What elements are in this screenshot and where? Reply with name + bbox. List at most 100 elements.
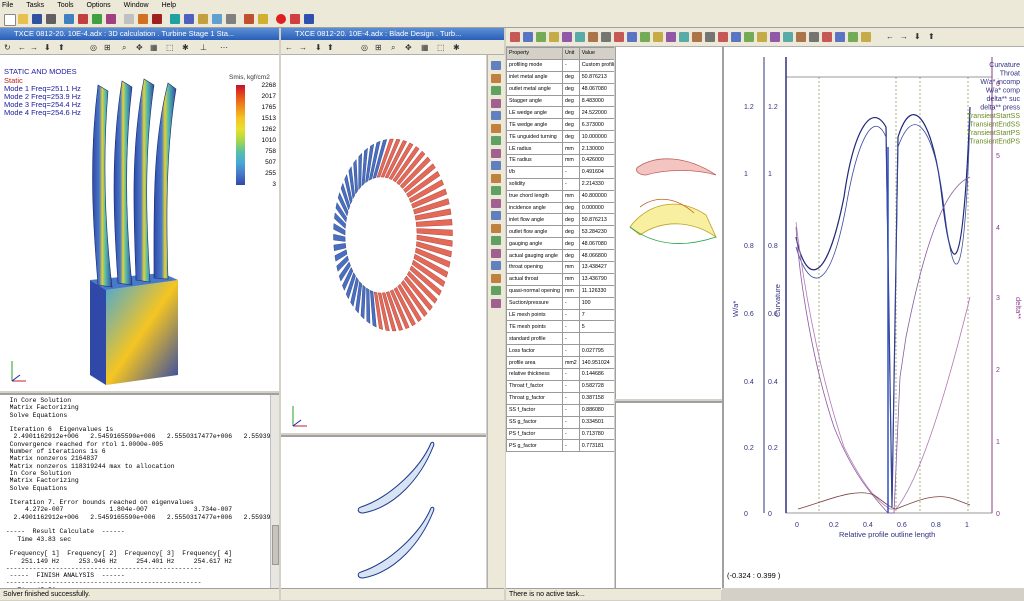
toolbar-tool-icon[interactable] (523, 32, 533, 42)
side-tool-icon[interactable] (491, 286, 501, 295)
forward-icon[interactable]: → (30, 43, 38, 52)
toolbar-tool-icon[interactable] (601, 32, 611, 42)
toolbar-tool-icon[interactable] (562, 32, 572, 42)
property-row[interactable]: standard profile - (506, 332, 614, 346)
property-row[interactable]: Suction/pressure -100 (506, 296, 614, 310)
side-tool-icon[interactable] (491, 73, 501, 83)
mesh-icon[interactable] (92, 14, 102, 24)
property-value[interactable]: 48.066800 (578, 249, 614, 263)
side-tool-icon[interactable] (491, 111, 501, 120)
property-row[interactable]: SS g_factor -0.334501 (506, 415, 614, 429)
property-value[interactable] (578, 332, 614, 346)
cascade-view[interactable] (281, 435, 486, 590)
copy-icon[interactable] (124, 14, 134, 24)
forward-icon[interactable]: → (299, 43, 307, 52)
property-row[interactable]: PS g_factor -0.773181 (506, 439, 614, 453)
side-tool-icon[interactable] (491, 211, 501, 220)
grid-icon[interactable]: ▦ (421, 43, 429, 52)
property-value[interactable]: 0.387158 (578, 391, 614, 405)
property-value[interactable]: 0.773181 (578, 439, 614, 453)
property-row[interactable]: Stagger angle deg 8.483000 (506, 94, 614, 108)
menu-tasks[interactable]: Tasks (26, 0, 44, 11)
settings-icon[interactable]: ✱ (182, 43, 189, 52)
toolbar-tool-icon[interactable] (705, 32, 715, 42)
property-value[interactable]: 0.144686 (578, 368, 614, 381)
middle-window-title[interactable]: TXCE 0812-20. 10E-4.adx : Blade Design .… (281, 28, 504, 40)
property-row[interactable]: outlet flow angle deg 53.284230 (506, 225, 614, 239)
toolbar-tool-icon[interactable] (796, 32, 806, 42)
console-scrollbar[interactable] (270, 395, 279, 590)
property-row[interactable]: relative thickness -0.144686 (506, 368, 614, 381)
property-row[interactable]: Throat g_factor -0.387158 (506, 391, 614, 405)
console-output[interactable]: In Core Solution Matrix Factorizing Solv… (0, 393, 279, 590)
flag-icon[interactable] (244, 14, 254, 24)
property-row[interactable]: quasi-normal opening mm 11.126330 (506, 284, 614, 298)
stop-icon[interactable] (276, 14, 286, 24)
rotate-view-icon[interactable]: ◎ (90, 43, 97, 52)
property-row[interactable]: inlet metal angle deg 50.876213 (506, 70, 614, 84)
side-tool-icon[interactable] (491, 161, 501, 170)
print-icon[interactable] (46, 14, 56, 24)
rotor-icon[interactable] (138, 14, 148, 24)
pan-icon[interactable]: ✥ (405, 43, 412, 52)
new-icon[interactable] (4, 14, 16, 26)
toolbar-tool-icon[interactable] (835, 32, 845, 42)
property-row[interactable]: solidity -2.214330 (506, 177, 614, 191)
calc-icon[interactable] (212, 14, 222, 24)
pan-icon[interactable]: ✥ (136, 43, 143, 52)
profile-preview[interactable] (615, 47, 722, 399)
property-row[interactable]: profiling mode-Custom profiling (506, 58, 614, 72)
property-value[interactable]: 2.130000 (578, 142, 614, 156)
menu-options[interactable]: Options (87, 0, 111, 11)
rotate-icon[interactable]: ↻ (4, 43, 11, 52)
bulb-icon[interactable] (258, 14, 268, 24)
grid-icon[interactable]: ▦ (150, 43, 158, 52)
up-icon[interactable]: ⬆ (58, 43, 65, 52)
property-value[interactable]: 40.800000 (578, 189, 614, 203)
toolbar-tool-icon[interactable] (653, 32, 663, 42)
property-row[interactable]: TE radius mm 0.426000 (506, 154, 614, 167)
property-row[interactable]: actual gauging angle deg 48.066800 (506, 249, 614, 263)
property-row[interactable]: actual throat mm 13.436790 (506, 272, 614, 286)
table-icon[interactable] (198, 14, 208, 24)
property-row[interactable]: true chord length mm 40.800000 (506, 189, 614, 203)
toolbar-tool-icon[interactable] (848, 32, 858, 42)
property-value[interactable]: 100 (578, 296, 614, 310)
more-icon[interactable]: ⋯ (220, 43, 228, 52)
help-icon[interactable] (304, 14, 314, 24)
property-value[interactable]: 11.126330 (578, 284, 614, 298)
property-value[interactable]: Custom profiling (578, 58, 614, 72)
toolbar-tool-icon[interactable] (731, 32, 741, 42)
zoom-icon[interactable]: ⌕ (122, 43, 126, 52)
property-row[interactable]: SS f_factor -0.886080 (506, 403, 614, 417)
property-value[interactable]: 10.000000 (578, 130, 614, 144)
property-value[interactable]: 48.067080 (578, 237, 614, 251)
select-icon[interactable]: ⬚ (166, 43, 174, 52)
save-icon[interactable] (32, 14, 42, 24)
nozzle-icon[interactable] (152, 14, 162, 24)
open-icon[interactable] (18, 14, 28, 24)
property-row[interactable]: LE mesh points -7 (506, 308, 614, 322)
side-tool-icon[interactable] (491, 86, 501, 95)
property-value[interactable]: 48.067080 (578, 82, 614, 96)
back-icon[interactable]: ← (285, 43, 293, 52)
property-value[interactable]: 13.438427 (578, 261, 614, 274)
record-icon[interactable] (290, 14, 300, 24)
side-tool-icon[interactable] (491, 136, 501, 145)
toolbar-tool-icon[interactable] (809, 32, 819, 42)
property-row[interactable]: Loss factor -0.027795 (506, 344, 614, 358)
side-tool-icon[interactable] (491, 148, 501, 158)
toolbar-tool-icon[interactable] (692, 32, 702, 42)
fit-icon[interactable]: ⊞ (104, 43, 111, 52)
side-tool-icon[interactable] (491, 236, 501, 245)
property-row[interactable]: PS f_factor -0.713780 (506, 427, 614, 441)
property-value[interactable]: 53.284230 (578, 225, 614, 239)
property-row[interactable]: gauging angle deg 48.067080 (506, 237, 614, 251)
toolbar-tool-icon[interactable] (640, 32, 650, 42)
side-tool-icon[interactable] (491, 298, 501, 308)
property-value[interactable]: 0.426000 (578, 154, 614, 167)
rotate-view-icon[interactable]: ◎ (361, 43, 368, 52)
property-row[interactable]: incidence angle deg 0.000000 (506, 201, 614, 215)
property-value[interactable]: 0.582728 (578, 379, 614, 393)
toolbar-tool-icon[interactable] (861, 32, 871, 42)
